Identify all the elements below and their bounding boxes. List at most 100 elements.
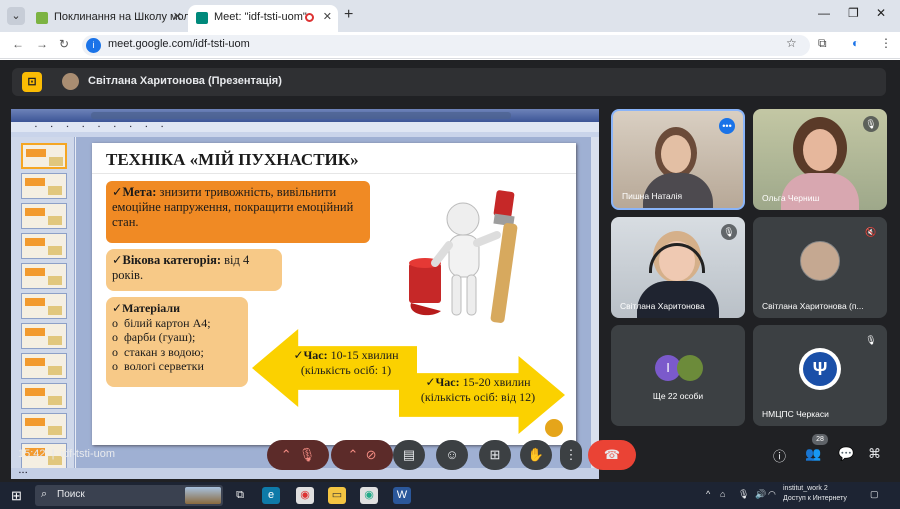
windows-taskbar: ⊞ ⌕ Поиск ⧉ e ◉ ▭ ◉ W ^ ⌂ 🎙 🔊 ◠ institut… [0, 482, 900, 509]
participant-name: Світлана Харитонова (п... [762, 301, 864, 311]
reload-icon[interactable]: ↻ [59, 37, 69, 51]
slide-thumbnail [21, 293, 67, 319]
profile-icon[interactable]: ◐ [852, 36, 859, 50]
mic-toggle-button[interactable]: ⌃ 🎙 [267, 440, 329, 470]
participant-tile[interactable]: 🎙 Ольга Черниш [753, 109, 887, 210]
present-icon[interactable]: ⊡ [22, 72, 42, 92]
more-participants-label: Ще 22 особи [652, 391, 704, 401]
taskbar-search[interactable]: ⌕ Поиск [35, 485, 223, 506]
tab-search-button[interactable]: ⌄ [7, 7, 25, 25]
slide-thumbnail [21, 323, 67, 349]
close-tab-icon[interactable]: ✕ [173, 5, 182, 30]
mic-off-icon: 🎙 [863, 116, 879, 132]
extensions-icon[interactable]: ⧉ [818, 36, 827, 51]
chrome-icon-2[interactable]: ◉ [360, 487, 378, 504]
presentation-header: ⊡ Світлана Харитонова (Презентація) [12, 68, 886, 96]
tray-chevron-icon[interactable]: ^ [706, 489, 710, 499]
close-window-button[interactable]: ✕ [876, 6, 886, 20]
bookmark-star-icon[interactable]: ☆ [786, 36, 797, 50]
participant-name: Ольга Черниш [762, 193, 820, 203]
participant-name: Світлана Харитонова [620, 301, 705, 311]
materials-box: ✓Матеріали o білий картон А4; o фарби (г… [106, 297, 248, 387]
speaking-icon: ••• [719, 118, 735, 134]
slide-thumbnail [21, 173, 67, 199]
microphone-tray-icon[interactable]: 🎙 [738, 489, 749, 500]
screen: ⌄ Поклинання на Школу молод ✕ Meet: "idf… [0, 0, 900, 509]
sheet-favicon-icon [36, 12, 48, 24]
notifications-icon[interactable]: ▢ [870, 489, 879, 500]
forward-icon[interactable]: → [36, 37, 48, 51]
powerpoint-titlebar [11, 109, 599, 122]
edge-icon[interactable]: e [262, 487, 280, 504]
presenter-avatar [62, 73, 79, 90]
participant-tile[interactable]: ••• Пишна Наталія [611, 109, 745, 210]
file-explorer-icon[interactable]: ▭ [328, 487, 346, 504]
material-item: o стакан з водою; [112, 344, 204, 359]
wifi-icon[interactable]: ◠ [768, 489, 776, 500]
browser-toolbar: ← → ↻ i meet.google.com/idf-tsti-uom ☆ ⧉… [0, 32, 900, 59]
mic-off-icon: 🎙 [863, 332, 879, 348]
slide-editor: ТЕХНІКА «МІЙ ПУХНАСТИК» ✓Мета: знизити т… [76, 137, 591, 468]
participant-tile[interactable]: 🎙 Світлана Харитонова [611, 217, 745, 318]
camera-toggle-button[interactable]: ⌃ ⊘ [331, 440, 393, 470]
task-view-icon[interactable]: ⧉ [231, 487, 249, 504]
material-item: o фарби (гуаш); [112, 330, 196, 344]
raise-hand-button[interactable]: ✋ [520, 440, 552, 470]
shared-screen: ▪ ▪ ▪ ▪ ▪ ▪ ▪ ▪ ▪ ТЕХНІКА «МІЙ ПУХНАСТИК» [11, 109, 599, 479]
slide: ТЕХНІКА «МІЙ ПУХНАСТИК» ✓Мета: знизити т… [92, 143, 576, 445]
participant-tile[interactable]: Ψ 🎙 НМЦПС Черкаси [753, 325, 887, 426]
more-options-button[interactable]: ⋮ [560, 440, 582, 470]
volume-icon[interactable]: 🔊 [755, 489, 766, 500]
site-info-icon[interactable]: i [86, 38, 101, 53]
present-screen-button[interactable]: ⊞ [479, 440, 511, 470]
browser-tab-2[interactable]: Meet: "idf-tsti-uom" ✕ [188, 5, 338, 32]
address-bar[interactable]: i meet.google.com/idf-tsti-uom [82, 35, 810, 56]
people-icon[interactable]: 👥 [805, 446, 821, 462]
network-icon[interactable]: ⌂ [720, 489, 725, 499]
new-tab-button[interactable]: + [344, 6, 353, 24]
meet-favicon-icon [196, 12, 208, 24]
browser-tab-strip: ⌄ Поклинання на Школу молод ✕ Meet: "idf… [0, 0, 900, 32]
leave-call-button[interactable]: ☎ [588, 440, 636, 470]
slide-scrollbar[interactable] [591, 137, 599, 468]
chrome-icon[interactable]: ◉ [296, 487, 314, 504]
slide-thumbnail [21, 203, 67, 229]
close-tab-icon[interactable]: ✕ [323, 5, 332, 30]
people-count-badge: 28 [812, 434, 828, 445]
mic-off-icon: 🎙 [721, 224, 737, 240]
browser-tab-1[interactable]: Поклинання на Школу молод ✕ [28, 5, 188, 32]
url-text: meet.google.com/idf-tsti-uom [108, 38, 250, 50]
maximize-button[interactable]: ❐ [848, 6, 859, 20]
participant-avatar [677, 355, 703, 381]
tab-title: Поклинання на Школу молод [54, 11, 188, 23]
participant-tile[interactable]: 🔇 Світлана Харитонова (п... [753, 217, 887, 318]
tab-title: Meet: "idf-tsti-uom" [214, 11, 307, 23]
age-box: ✓Вікова категорія: від 4 років. [106, 249, 282, 291]
goal-label: Мета: [122, 185, 157, 199]
participant-avatar [800, 241, 840, 282]
participant-avatar: Ψ [799, 348, 841, 391]
age-label: Вікова категорія: [122, 253, 221, 267]
material-item: o вологі серветки [112, 359, 204, 373]
slide-thumbnails [11, 137, 75, 468]
search-icon: ⌕ [41, 488, 48, 500]
captions-button[interactable]: ▤ [393, 440, 425, 470]
emoji-button[interactable]: ☺ [436, 440, 468, 470]
time-1-text: ✓Час: 10-15 хвилин (кількість осіб: 1) [293, 348, 399, 377]
meeting-clock: 15:42 | idf-tsti-uom [18, 448, 116, 460]
recording-icon [305, 13, 314, 22]
slide-thumbnail [21, 353, 67, 379]
search-placeholder: Поиск [57, 489, 85, 500]
activities-icon[interactable]: ⌘ [868, 446, 881, 462]
windows-start-icon[interactable]: ⊞ [11, 488, 22, 504]
more-participants-tile[interactable]: І Ще 22 особи [611, 325, 745, 426]
word-icon[interactable]: W [393, 487, 411, 504]
meeting-info-icon[interactable]: ⓘ [773, 446, 786, 465]
minimize-button[interactable]: — [818, 6, 830, 20]
menu-icon[interactable]: ⋮ [880, 36, 892, 50]
time-2-text: ✓Час: 15-20 хвилин (кількість осіб: від 1… [420, 375, 536, 404]
back-icon[interactable]: ← [12, 37, 24, 51]
slide-decoration-orb [545, 419, 563, 437]
painter-figure-illustration [409, 190, 518, 323]
chat-icon[interactable]: 💬 [838, 446, 854, 462]
